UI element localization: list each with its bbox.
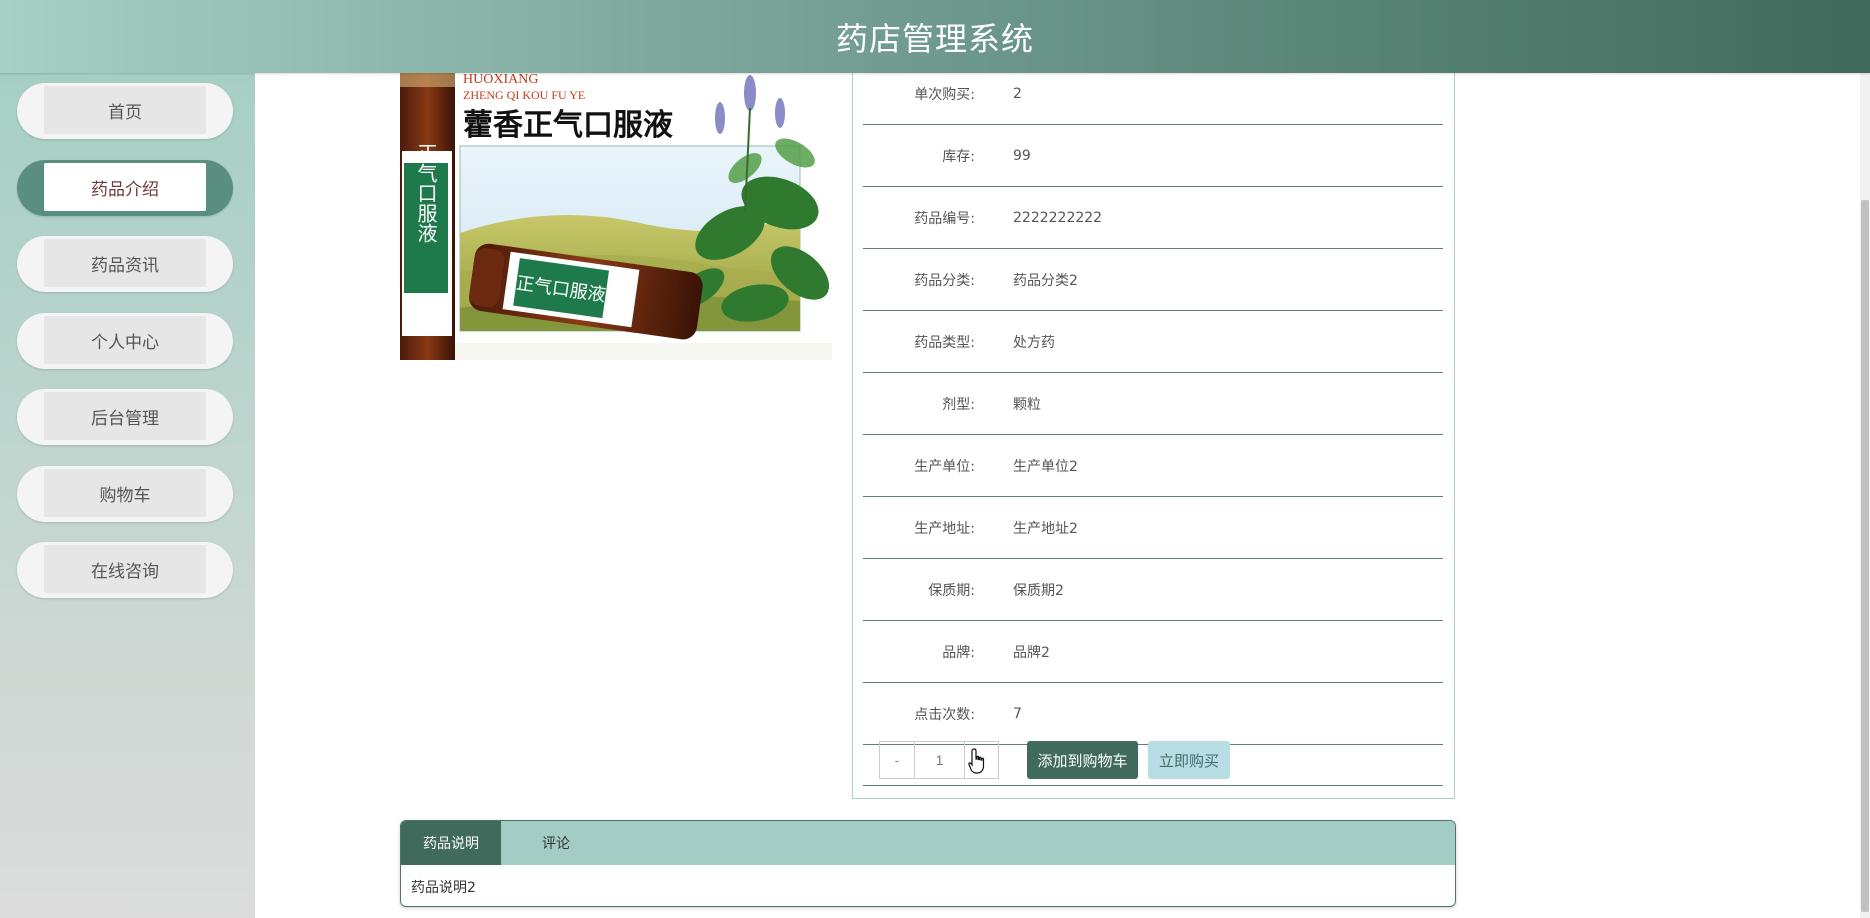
detail-label: 品牌:	[942, 644, 975, 661]
detail-label: 剂型:	[942, 396, 975, 413]
sidebar-item-consult[interactable]: 在线咨询	[17, 542, 233, 598]
detail-row-stock: 库存: 99	[863, 125, 1443, 187]
add-to-cart-button[interactable]: 添加到购物车	[1027, 741, 1138, 779]
tab-drug-description[interactable]: 药品说明	[401, 821, 501, 865]
product-details: 单次购买: 2 库存: 99 药品编号: 2222222222 药品分类: 药品…	[852, 63, 1455, 799]
tabs-bar: 药品说明 评论	[401, 821, 1455, 865]
detail-label: 药品编号:	[914, 210, 975, 227]
detail-row-code: 药品编号: 2222222222	[863, 187, 1443, 249]
detail-label: 点击次数:	[914, 706, 975, 723]
detail-label: 药品类型:	[914, 334, 975, 351]
detail-value: 保质期2	[1013, 582, 1064, 599]
purchase-actions: - 1 添加到购物车 立即购买	[863, 732, 1443, 786]
sidebar-item-label: 首页	[44, 86, 206, 134]
scrollbar-thumb[interactable]	[1861, 200, 1869, 912]
quantity-decrement-button[interactable]: -	[880, 742, 915, 778]
hand-cursor-icon	[968, 748, 986, 774]
buy-now-button[interactable]: 立即购买	[1148, 741, 1230, 779]
detail-value: 99	[1013, 147, 1031, 164]
sidebar-item-label: 药品资讯	[44, 239, 206, 287]
sidebar-item-label: 购物车	[44, 469, 206, 517]
sidebar-item-admin[interactable]: 后台管理	[17, 389, 233, 445]
sidebar-item-drug-news[interactable]: 药品资讯	[17, 236, 233, 292]
detail-value: 药品分类2	[1013, 272, 1078, 289]
detail-label: 库存:	[942, 148, 975, 165]
detail-value: 生产单位2	[1013, 458, 1078, 475]
svg-text:藿香正气口服液: 藿香正气口服液	[463, 108, 673, 143]
svg-text:正气口服液: 正气口服液	[414, 143, 438, 243]
sidebar-item-label: 个人中心	[44, 316, 206, 364]
sidebar-item-label: 在线咨询	[44, 545, 206, 593]
detail-label: 单次购买:	[914, 86, 975, 103]
sidebar-item-label: 后台管理	[44, 392, 206, 440]
tab-comments[interactable]: 评论	[501, 821, 611, 865]
sidebar-item-home[interactable]: 首页	[17, 83, 233, 139]
svg-text:ZHENG QI KOU FU YE: ZHENG QI KOU FU YE	[463, 88, 585, 102]
main-content: HUOXIANG ZHENG QI KOU FU YE 藿香正气口服液 正气口服…	[255, 63, 1860, 918]
detail-value: 颗粒	[1013, 396, 1041, 413]
detail-label: 生产单位:	[914, 458, 975, 475]
detail-row-address: 生产地址: 生产地址2	[863, 497, 1443, 559]
app-title: 药店管理系统	[835, 19, 1034, 58]
sidebar-item-cart[interactable]: 购物车	[17, 466, 233, 522]
quantity-input[interactable]: 1	[915, 742, 965, 778]
app-header: 药店管理系统	[0, 0, 1870, 73]
detail-row-category: 药品分类: 药品分类2	[863, 249, 1443, 311]
detail-value: 2	[1013, 85, 1022, 102]
sidebar-item-label: 药品介绍	[44, 163, 206, 211]
detail-value: 处方药	[1013, 334, 1055, 351]
description-tabs: 药品说明 评论 药品说明2	[400, 820, 1456, 907]
svg-text:HUOXIANG: HUOXIANG	[463, 73, 538, 87]
detail-row-type: 药品类型: 处方药	[863, 311, 1443, 373]
detail-value: 生产地址2	[1013, 520, 1078, 537]
detail-value: 7	[1013, 705, 1022, 722]
page-scrollbar[interactable]	[1860, 0, 1870, 918]
detail-label: 生产地址:	[914, 520, 975, 537]
product-image: HUOXIANG ZHENG QI KOU FU YE 藿香正气口服液 正气口服…	[400, 73, 832, 360]
detail-value: 2222222222	[1013, 209, 1103, 226]
tab-content: 药品说明2	[401, 865, 1455, 906]
detail-row-dosage-form: 剂型: 颗粒	[863, 373, 1443, 435]
sidebar: 首页 药品介绍 药品资讯 个人中心 后台管理 购物车 在线咨询	[0, 73, 255, 918]
sidebar-item-drug-intro[interactable]: 药品介绍	[17, 160, 233, 216]
sidebar-item-personal-center[interactable]: 个人中心	[17, 313, 233, 369]
detail-row-shelf-life: 保质期: 保质期2	[863, 559, 1443, 621]
detail-row-brand: 品牌: 品牌2	[863, 621, 1443, 683]
detail-label: 保质期:	[928, 582, 975, 599]
detail-row-manufacturer: 生产单位: 生产单位2	[863, 435, 1443, 497]
detail-value: 品牌2	[1013, 644, 1050, 661]
detail-label: 药品分类:	[914, 272, 975, 289]
